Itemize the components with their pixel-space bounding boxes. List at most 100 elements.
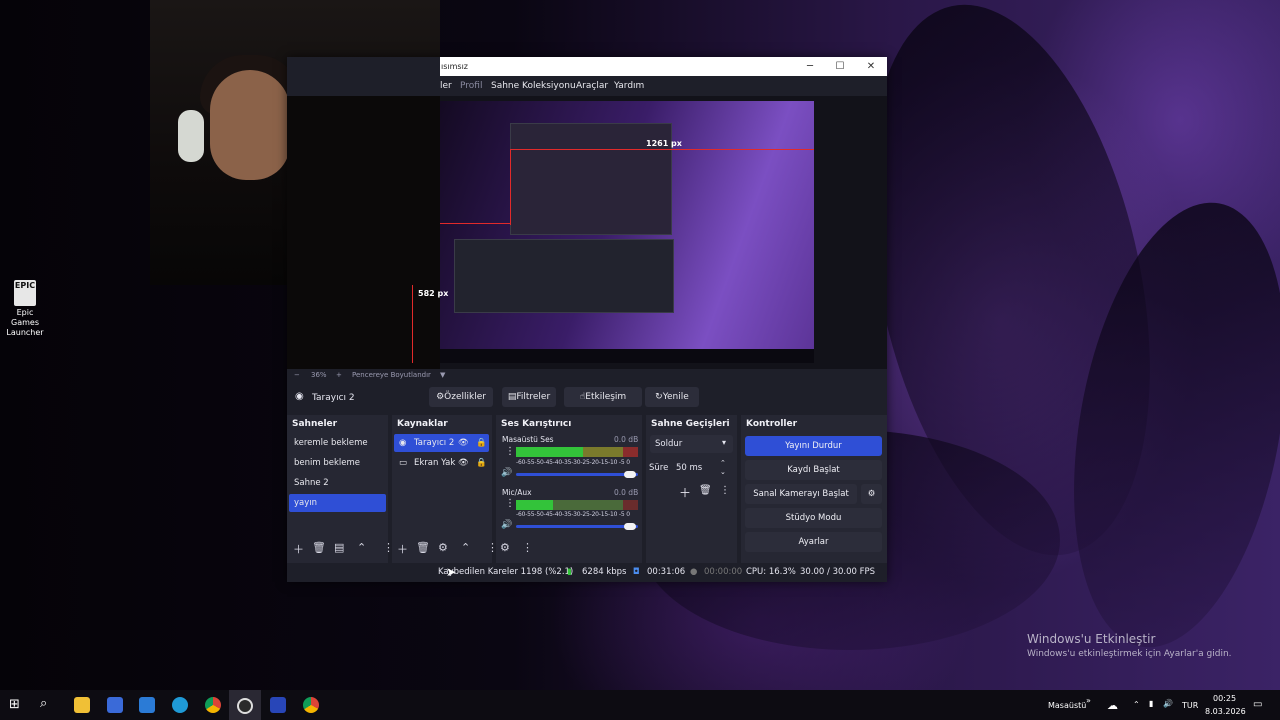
scenes-title: Sahneler bbox=[292, 419, 338, 429]
epic-games-icon: EPIC bbox=[14, 280, 36, 306]
virtual-camera-settings-button[interactable]: ⚙ bbox=[861, 484, 882, 504]
window-titlebar[interactable]: ısımsız ─ ☐ ✕ bbox=[440, 57, 887, 76]
channel-menu-icon[interactable]: ⋮ bbox=[505, 498, 515, 509]
move-source-up-icon[interactable]: ⌃ bbox=[461, 541, 470, 554]
desktop-toolbar[interactable]: Masaüstü bbox=[1048, 701, 1086, 710]
refresh-icon: ↻ bbox=[655, 392, 663, 402]
scene-item-selected[interactable]: yayın bbox=[289, 494, 386, 512]
obs-icon[interactable] bbox=[237, 698, 253, 714]
scene-item[interactable]: benim bekleme bbox=[289, 454, 386, 472]
display-capture-icon: ▭ bbox=[399, 458, 408, 468]
filters-button[interactable]: ▤Filtreler bbox=[502, 387, 556, 407]
remove-transition-icon[interactable]: 🗑 bbox=[699, 485, 712, 496]
desktop-icon-label-2: Launcher bbox=[6, 328, 44, 337]
zoom-in-button[interactable]: + bbox=[336, 371, 342, 379]
maximize-button[interactable]: ☐ bbox=[825, 58, 855, 75]
guide-line-left bbox=[440, 223, 510, 224]
gear-icon: ⚙ bbox=[436, 392, 445, 402]
scene-item[interactable]: Sahne 2 bbox=[289, 474, 386, 492]
clock-date[interactable]: 8.03.2026 bbox=[1205, 707, 1246, 716]
transition-select[interactable]: Soldur ▾ bbox=[650, 435, 733, 453]
source-item-selected[interactable]: ◉ Tarayıcı 2 👁 🔒 bbox=[394, 434, 489, 452]
stepper-down-icon[interactable]: ⌄ bbox=[720, 468, 726, 476]
channel-db: 0.0 dB bbox=[614, 488, 639, 497]
notifications-icon[interactable]: ▭ bbox=[1253, 699, 1262, 710]
zoom-dropdown-icon[interactable]: ▼ bbox=[440, 371, 445, 379]
virtual-camera-button[interactable]: Sanal Kamerayı Başlat bbox=[745, 484, 857, 504]
zoom-value: 36% bbox=[311, 371, 327, 379]
mail-icon[interactable] bbox=[139, 697, 155, 713]
source-toolbar: ◉ Tarayıcı 2 ⚙Özellikler ▤Filtreler ☝Etk… bbox=[287, 387, 887, 409]
volume-slider-knob[interactable] bbox=[624, 471, 636, 478]
toolbar-chevron-icon[interactable]: » bbox=[1086, 696, 1091, 705]
scene-filters-icon[interactable]: ▤ bbox=[334, 541, 344, 554]
zoom-mode[interactable]: Pencereye Boyutlandır bbox=[352, 371, 431, 379]
transition-options-icon[interactable]: ⋮ bbox=[720, 485, 730, 496]
more-options-icon[interactable]: ⋮ bbox=[522, 541, 533, 554]
properties-button[interactable]: ⚙Özellikler bbox=[429, 387, 493, 407]
volume-icon[interactable]: 🔊 bbox=[1163, 699, 1173, 708]
channel-menu-icon[interactable]: ⋮ bbox=[505, 446, 515, 457]
menu-profile[interactable]: Profil bbox=[460, 81, 482, 91]
store-icon[interactable] bbox=[107, 697, 123, 713]
remove-source-icon[interactable]: 🗑 bbox=[416, 541, 430, 554]
volume-slider[interactable] bbox=[516, 525, 638, 528]
add-scene-icon[interactable]: ＋ bbox=[293, 541, 304, 557]
windows-activation-watermark: Windows'u Etkinleştir Windows'u etkinleş… bbox=[1027, 632, 1232, 659]
close-button[interactable]: ✕ bbox=[856, 58, 886, 75]
duration-input[interactable]: 50 ms ⌃ ⌄ bbox=[672, 459, 729, 477]
volume-slider-knob[interactable] bbox=[624, 523, 636, 530]
preview-canvas[interactable]: 1261 px bbox=[440, 101, 814, 363]
clock-time[interactable]: 00:25 bbox=[1213, 694, 1236, 703]
lock-icon[interactable]: 🔒 bbox=[476, 434, 487, 452]
chrome-icon[interactable] bbox=[205, 697, 221, 713]
status-bar: Kaybedilen Kareler 1198 (%2.1) ▮ 6284 kb… bbox=[287, 563, 887, 582]
chrome-icon[interactable] bbox=[303, 697, 319, 713]
minimize-button[interactable]: ─ bbox=[795, 58, 825, 75]
speaker-icon[interactable]: 🔊 bbox=[501, 468, 512, 478]
lock-icon[interactable]: 🔒 bbox=[476, 454, 487, 472]
search-icon[interactable]: ⌕ bbox=[40, 696, 47, 711]
weather-icon[interactable]: ☁ bbox=[1107, 699, 1118, 712]
menu-scenes-partial[interactable]: ler bbox=[440, 81, 452, 91]
add-transition-icon[interactable]: ＋ bbox=[679, 484, 691, 501]
controls-dock: Kontroller Yayını Durdur Kaydı Başlat Sa… bbox=[741, 415, 887, 563]
record-time: 00:00:00 bbox=[704, 567, 743, 577]
eye-icon[interactable]: 👁 bbox=[458, 454, 469, 472]
add-source-icon[interactable]: ＋ bbox=[397, 541, 408, 557]
source-item[interactable]: ▭ Ekran Yak 👁 🔒 bbox=[394, 454, 489, 472]
edge-icon[interactable] bbox=[172, 697, 188, 713]
source-properties-icon[interactable]: ⚙ bbox=[438, 541, 448, 554]
menu-tools[interactable]: Araçlar bbox=[576, 81, 608, 91]
move-up-icon[interactable]: ⌃ bbox=[357, 541, 366, 554]
volume-slider[interactable] bbox=[516, 473, 638, 476]
menu-scene-collection[interactable]: Sahne Koleksiyonu bbox=[491, 81, 576, 91]
meter-scale: -60-55-50-45-40-35-30-25-20-15-10 -5 0 bbox=[516, 511, 630, 518]
stop-stream-button[interactable]: Yayını Durdur bbox=[745, 436, 882, 456]
start-recording-button[interactable]: Kaydı Başlat bbox=[745, 460, 882, 480]
file-explorer-icon[interactable] bbox=[74, 697, 90, 713]
refresh-button[interactable]: ↻Yenile bbox=[645, 387, 699, 407]
studio-mode-button[interactable]: Stüdyo Modu bbox=[745, 508, 882, 528]
interact-button[interactable]: ☝Etkileşim bbox=[564, 387, 642, 407]
remove-scene-icon[interactable]: 🗑 bbox=[312, 541, 326, 554]
network-icon[interactable]: ▮ bbox=[1149, 699, 1153, 708]
app-icon[interactable] bbox=[270, 697, 286, 713]
language-indicator[interactable]: TUR bbox=[1182, 701, 1198, 710]
transitions-title: Sahne Geçişleri bbox=[651, 419, 730, 429]
speaker-icon[interactable]: 🔊 bbox=[501, 520, 512, 530]
stepper-up-icon[interactable]: ⌃ bbox=[720, 459, 726, 467]
mixer-settings-icon[interactable]: ⚙ bbox=[500, 541, 510, 554]
settings-button[interactable]: Ayarlar bbox=[745, 532, 882, 552]
eye-icon[interactable]: 👁 bbox=[458, 434, 469, 452]
zoom-out-button[interactable]: − bbox=[294, 371, 300, 379]
tray-expand-icon[interactable]: ⌃ bbox=[1133, 700, 1140, 709]
channel-name: Mic/Aux bbox=[502, 488, 532, 497]
desktop-icon-epic-games[interactable]: EPIC Epic Games Launcher bbox=[2, 280, 48, 338]
menu-help[interactable]: Yardım bbox=[614, 81, 644, 91]
preview-zoom-bar: − 36% + Pencereye Boyutlandır ▼ bbox=[287, 369, 887, 383]
scene-item[interactable]: keremle bekleme bbox=[289, 434, 386, 452]
nested-taskbar bbox=[440, 349, 814, 363]
start-button-icon[interactable]: ⊞ bbox=[9, 697, 20, 712]
nested-obs-docks bbox=[454, 239, 674, 313]
